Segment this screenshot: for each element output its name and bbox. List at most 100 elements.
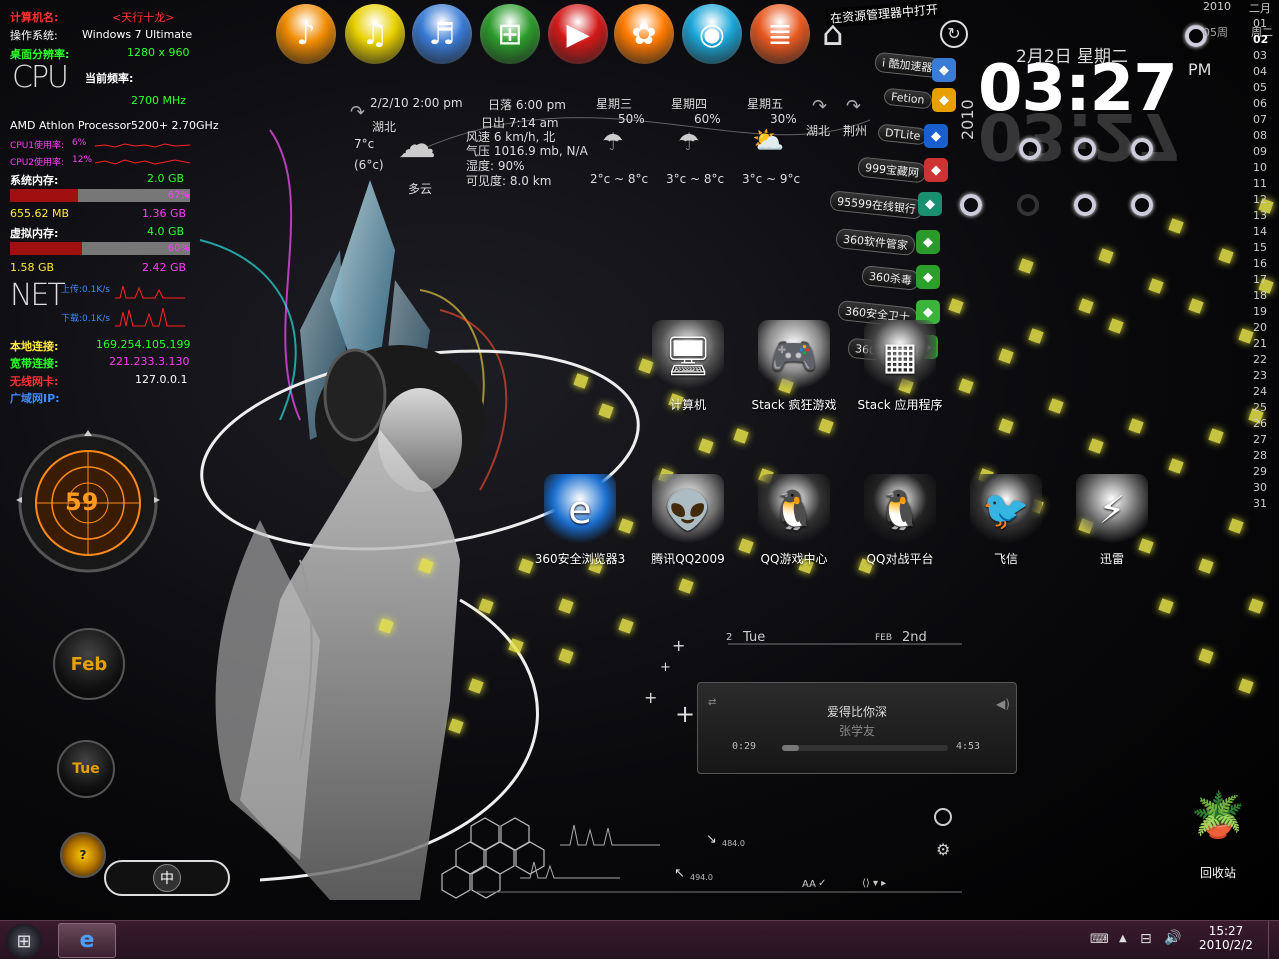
cloudy-icon: ☁	[398, 122, 436, 166]
calendar-day[interactable]: 29	[1253, 465, 1267, 478]
volume-icon[interactable]: 🔊	[1164, 930, 1181, 946]
desktop-icon[interactable]: e 360安全浏览器3	[530, 474, 630, 567]
forecast-pct-1: 50%	[618, 112, 645, 126]
calendar-day[interactable]: 22	[1253, 353, 1267, 366]
music-player[interactable]: 爱得比你深 张学友 ⇄ ◀) 0:29 4:53	[697, 682, 1017, 774]
calendar-day[interactable]: 17	[1253, 273, 1267, 286]
calendar-day[interactable]: 16	[1253, 257, 1267, 270]
plus-icon[interactable]: +	[672, 636, 685, 655]
plus-icon[interactable]: +	[660, 660, 671, 675]
month-orb[interactable]: Feb	[53, 628, 125, 700]
weekday-orb[interactable]: Tue	[57, 740, 115, 798]
calendar-day[interactable]: 24	[1253, 385, 1267, 398]
tray-expand-icon[interactable]: ▲	[1119, 933, 1127, 944]
calendar-day[interactable]: 19	[1253, 305, 1267, 318]
shortcut-icon-4[interactable]: ◆	[918, 192, 942, 216]
calendar-day[interactable]: 23	[1253, 369, 1267, 382]
check-icon[interactable]: ✓	[818, 878, 826, 889]
foobar-icon[interactable]: ♪	[276, 4, 336, 64]
shortcut-icon-6[interactable]: ◆	[916, 265, 940, 289]
desktop-icon[interactable]: ▦ Stack 应用程序	[850, 320, 950, 413]
shuffle-icon[interactable]: ⇄	[708, 697, 716, 708]
notes-icon[interactable]: ≣	[750, 4, 810, 64]
desktop-icon[interactable]: 🎮 Stack 疯狂游戏	[744, 320, 844, 413]
desktop-icon[interactable]: 👽 腾讯QQ2009	[638, 474, 738, 567]
font-size-label[interactable]: AA	[802, 879, 816, 890]
wireless-ip: 127.0.0.1	[135, 373, 188, 386]
home-icon[interactable]: ⌂	[822, 14, 866, 54]
calendar-day[interactable]: 04	[1253, 65, 1267, 78]
plus-icon[interactable]: +	[644, 688, 657, 707]
volume-icon[interactable]: ◀)	[996, 697, 1010, 711]
calendar-day[interactable]: 28	[1253, 449, 1267, 462]
forecast-day-3: 星期五	[747, 97, 784, 111]
weather-sunset: 日落 6:00 pm	[488, 98, 566, 112]
keyboard-icon[interactable]: ⌨	[1090, 932, 1109, 947]
weather-prev-icon[interactable]: ↷	[350, 102, 365, 123]
calendar-day[interactable]: 13	[1253, 209, 1267, 222]
forecast-day-1: 星期三	[596, 97, 633, 111]
music-note-icon[interactable]: ♫	[345, 4, 405, 64]
calendar-day[interactable]: 05	[1253, 81, 1267, 94]
calendar-day[interactable]: 21	[1253, 337, 1267, 350]
cpu1-value: 6%	[72, 138, 87, 148]
desktop-icon[interactable]: 🐦 飞信	[956, 474, 1056, 567]
taskbar-clock[interactable]: 15:27 2010/2/2	[1194, 924, 1258, 952]
windows-icon[interactable]: ⊞	[480, 4, 540, 64]
weather-next2-icon[interactable]: ↷	[846, 96, 861, 117]
shortcut-icon-0[interactable]: ◆	[932, 58, 956, 82]
desktop-icon[interactable]: 🐧 QQ游戏中心	[744, 474, 844, 567]
calendar-day[interactable]: 18	[1253, 289, 1267, 302]
help-orb[interactable]: ?	[60, 832, 106, 878]
calendar-day[interactable]: 15	[1253, 241, 1267, 254]
vmem-bar: 60%	[10, 242, 190, 255]
calendar-day[interactable]: 10	[1253, 161, 1267, 174]
fish-icon[interactable]: ✿	[614, 4, 674, 64]
desktop-icon[interactable]: 🖥 计算机	[638, 320, 738, 413]
shortcut-icon-5[interactable]: ◆	[916, 230, 940, 254]
add-icon[interactable]: +	[675, 700, 695, 728]
refresh-icon[interactable]: ↻	[940, 20, 968, 48]
shortcut-icon-3[interactable]: ◆	[924, 158, 948, 182]
desktop-icon[interactable]: 🐧 QQ对战平台	[850, 474, 950, 567]
vmem-total: 4.0 GB	[147, 225, 185, 238]
taskbar-browser-button[interactable]: e	[58, 923, 116, 958]
calendar-day[interactable]: 06	[1253, 97, 1267, 110]
webcam-icon[interactable]: ◉	[682, 4, 742, 64]
player-icon[interactable]: ▶	[548, 4, 608, 64]
itunes-icon[interactable]: ♬	[412, 4, 472, 64]
calendar-day[interactable]: 09	[1253, 145, 1267, 158]
download-graph	[115, 307, 185, 327]
calendar-day[interactable]: 08	[1253, 129, 1267, 142]
weather-next-icon[interactable]: ↷	[812, 96, 827, 117]
calendar-day[interactable]: 30	[1253, 481, 1267, 494]
network-icon[interactable]: ⊟	[1140, 931, 1152, 947]
calendar-day[interactable]: 02	[1253, 33, 1268, 46]
calendar-day[interactable]: 01	[1253, 17, 1267, 30]
recycle-bin[interactable]: 🪴 回收站	[1178, 768, 1258, 881]
forecast-pct-3: 30%	[770, 112, 797, 126]
player-progress[interactable]	[782, 745, 948, 751]
calendar-day[interactable]: 27	[1253, 433, 1267, 446]
ime-toggle[interactable]: 中	[104, 860, 230, 896]
calendar-day[interactable]: 03	[1253, 49, 1267, 62]
desktop-icon-image: ▦	[864, 320, 936, 392]
calendar-day[interactable]: 11	[1253, 177, 1267, 190]
calendar-day[interactable]: 07	[1253, 113, 1267, 126]
show-desktop-button[interactable]	[1268, 921, 1279, 959]
shortcut-icon-1[interactable]: ◆	[932, 88, 956, 112]
settings-gear-icon[interactable]: ⚙	[936, 840, 950, 859]
calendar-day[interactable]: 25	[1253, 401, 1267, 414]
calendar-day[interactable]: 14	[1253, 225, 1267, 238]
calendar-day[interactable]: 20	[1253, 321, 1267, 334]
calendar-day[interactable]: 12	[1253, 193, 1267, 206]
record-icon[interactable]	[934, 808, 952, 826]
controls-icon[interactable]: ⟨⟩ ▾ ▸	[862, 878, 886, 889]
calendar-day[interactable]: 31	[1253, 497, 1267, 510]
radar-widget[interactable]: 59	[8, 425, 168, 575]
desktop-icon-image: 👽	[652, 474, 724, 546]
shortcut-icon-2[interactable]: ◆	[924, 124, 948, 148]
calendar-day[interactable]: 26	[1253, 417, 1267, 430]
start-button[interactable]: ⊞	[6, 924, 42, 958]
desktop-icon[interactable]: ⚡ 迅雷	[1062, 474, 1162, 567]
